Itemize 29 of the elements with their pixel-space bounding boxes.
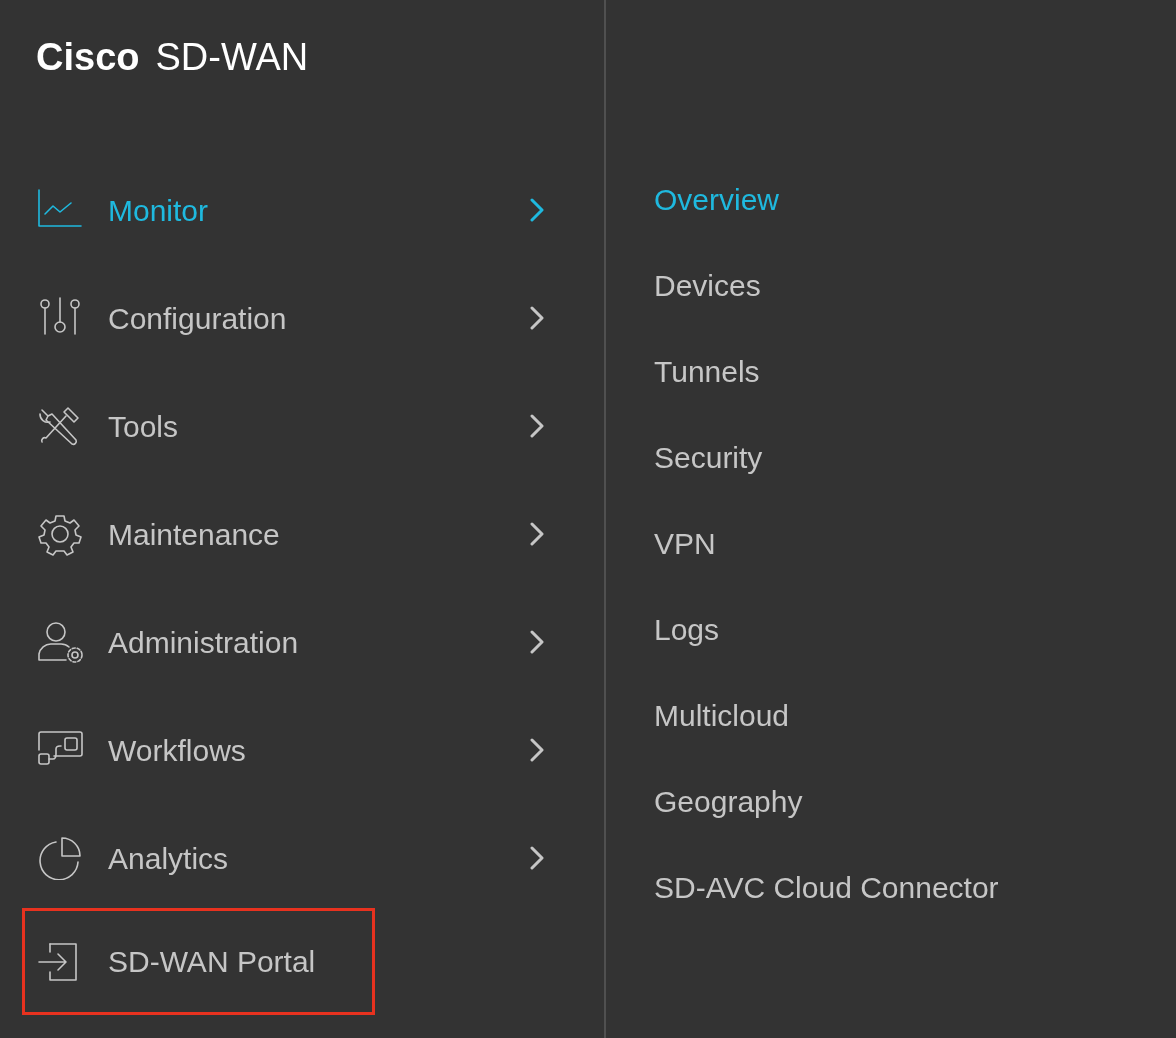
chevron-right-icon [530,198,544,222]
gear-icon [36,512,84,556]
submenu-item[interactable]: VPN [654,520,716,566]
submenu-item[interactable]: Tunnels [654,348,760,394]
product-name: SD-WAN [155,35,309,80]
menu-item-label[interactable]: Maintenance [108,511,530,557]
submenu-item[interactable]: Overview [654,176,780,222]
submenu-item[interactable]: SD-AVC Cloud Connector [654,864,999,910]
chevron-right-icon [530,306,544,330]
chevron-right-icon [530,522,544,546]
brand-name: Cisco [36,35,140,80]
submenu-item[interactable]: Geography [654,778,803,824]
submenu-item[interactable]: Multicloud [654,692,790,738]
menu-item-label[interactable]: Monitor [108,187,530,233]
chevron-right-icon [530,846,544,870]
submenu-item[interactable]: Security [654,434,763,480]
menu-item-label[interactable]: Tools [108,403,530,449]
chevron-right-icon [530,630,544,654]
menu-item-label[interactable]: Administration [108,619,530,665]
chevron-right-icon [530,414,544,438]
menu-item-label[interactable]: Workflows [108,727,530,773]
user-gear-icon [36,620,84,664]
submenu-item[interactable]: Logs [654,606,720,652]
menu-item-label[interactable]: Analytics [108,835,530,881]
menu-item-label[interactable]: Configuration [108,295,530,341]
pie-chart-icon [36,836,84,880]
chevron-right-icon [530,738,544,762]
menu-item-label[interactable]: SD-WAN Portal [108,939,372,984]
submenu-item[interactable]: Devices [654,262,761,308]
